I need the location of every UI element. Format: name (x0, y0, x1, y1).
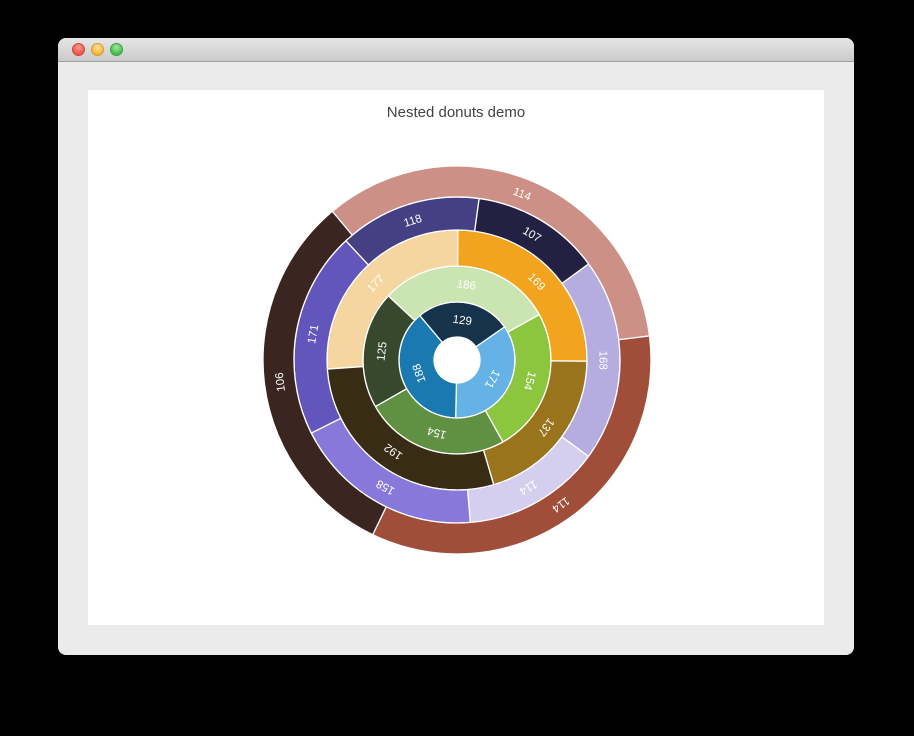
segment-label-ring-2-0: 186 (456, 278, 477, 292)
window-controls (72, 43, 123, 56)
zoom-button[interactable] (110, 43, 123, 56)
chart-panel: Nested donuts demo 129171188186154154125… (88, 90, 824, 625)
app-window: Nested donuts demo 129171188186154154125… (58, 38, 854, 655)
close-button[interactable] (72, 43, 85, 56)
segment-label-ring-1-innermost-0: 129 (452, 314, 473, 328)
segment-label-ring-4-2: 168 (596, 351, 608, 370)
nested-donut-chart: 1291711881861541541251771691371921181071… (237, 140, 677, 580)
window-titlebar[interactable] (58, 38, 854, 62)
chart-title: Nested donuts demo (88, 104, 824, 121)
segment-label-ring-2-3: 125 (375, 341, 389, 361)
minimize-button[interactable] (91, 43, 104, 56)
segment-label-ring-5-outermost-2: 106 (274, 372, 288, 393)
